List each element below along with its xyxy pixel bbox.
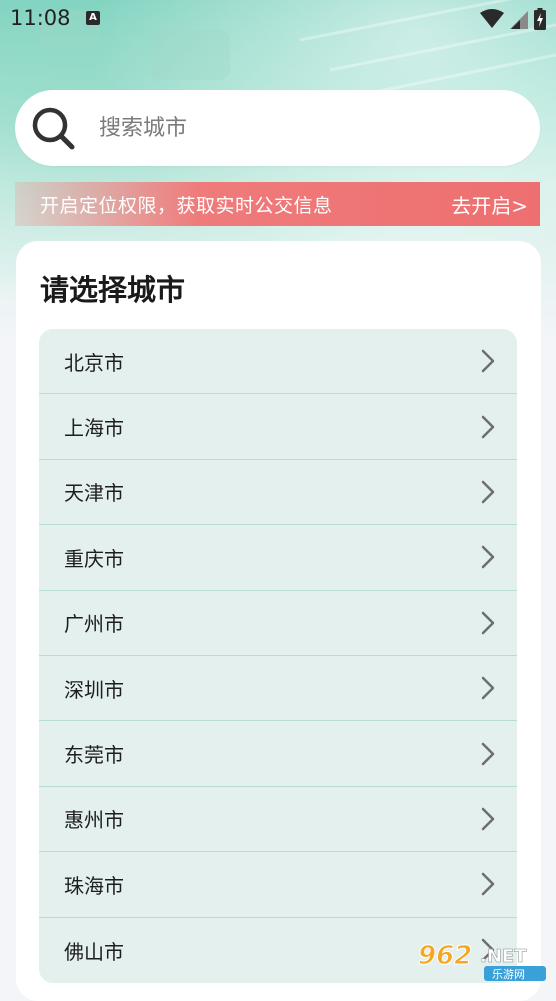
chevron-right-icon [481,415,495,438]
location-permission-banner: 开启定位权限，获取实时公交信息 去开启> [15,182,540,226]
chevron-right-icon [481,349,495,373]
banner-text: 开启定位权限，获取实时公交信息 [40,194,333,217]
city-name: 广州市 [64,612,124,637]
chevron-right-icon [481,480,495,504]
city-row-shanghai[interactable]: 上海市 [39,394,517,460]
search-icon[interactable] [31,106,75,150]
city-row-zhuhai[interactable]: 珠海市 [39,852,517,918]
enable-location-button[interactable]: 去开启> [451,190,528,219]
city-name: 重庆市 [64,546,124,571]
city-selection-card: 请选择城市 北京市 上海市 天津市 重庆市 广州市 深圳市 东莞市 惠州市 珠海… [16,241,541,1001]
card-title: 请选择城市 [40,273,186,307]
status-time: 11:08 [10,6,71,30]
city-name: 北京市 [64,350,124,375]
chevron-right-icon [481,873,495,896]
svg-text:.NET: .NET [480,946,527,967]
notification-a-icon: A [86,11,100,25]
city-name: 天津市 [64,481,124,506]
cellular-signal-icon [510,11,528,29]
city-row-dongguan[interactable]: 东莞市 [39,721,517,787]
chevron-right-icon [481,676,495,700]
city-name: 惠州市 [64,808,124,833]
city-name: 深圳市 [64,677,124,702]
city-name: 珠海市 [64,873,124,898]
status-bar: 11:08 A [0,0,556,38]
svg-text:乐游网: 乐游网 [492,968,525,981]
city-row-shenzhen[interactable]: 深圳市 [39,656,517,722]
chevron-right-icon [481,611,495,634]
search-bar[interactable] [15,90,540,166]
status-icons [480,8,546,30]
city-row-beijing[interactable]: 北京市 [39,329,517,395]
city-name: 上海市 [64,416,124,441]
city-row-huizhou[interactable]: 惠州市 [39,787,517,853]
city-row-guangzhou[interactable]: 广州市 [39,591,517,656]
search-input[interactable] [97,114,501,142]
battery-charging-icon [534,8,546,30]
chevron-right-icon [481,546,495,569]
chevron-right-icon [481,807,495,831]
city-row-tianjin[interactable]: 天津市 [39,460,517,526]
city-list: 北京市 上海市 天津市 重庆市 广州市 深圳市 东莞市 惠州市 珠海市 佛山市 [39,329,517,983]
site-watermark-logo: 962 .NET 乐游网 [418,941,546,981]
wifi-icon [480,9,504,28]
chevron-right-icon [481,742,495,765]
svg-text:962: 962 [418,941,472,971]
city-row-chongqing[interactable]: 重庆市 [39,525,517,591]
city-name: 东莞市 [64,743,124,768]
city-name: 佛山市 [64,939,124,964]
